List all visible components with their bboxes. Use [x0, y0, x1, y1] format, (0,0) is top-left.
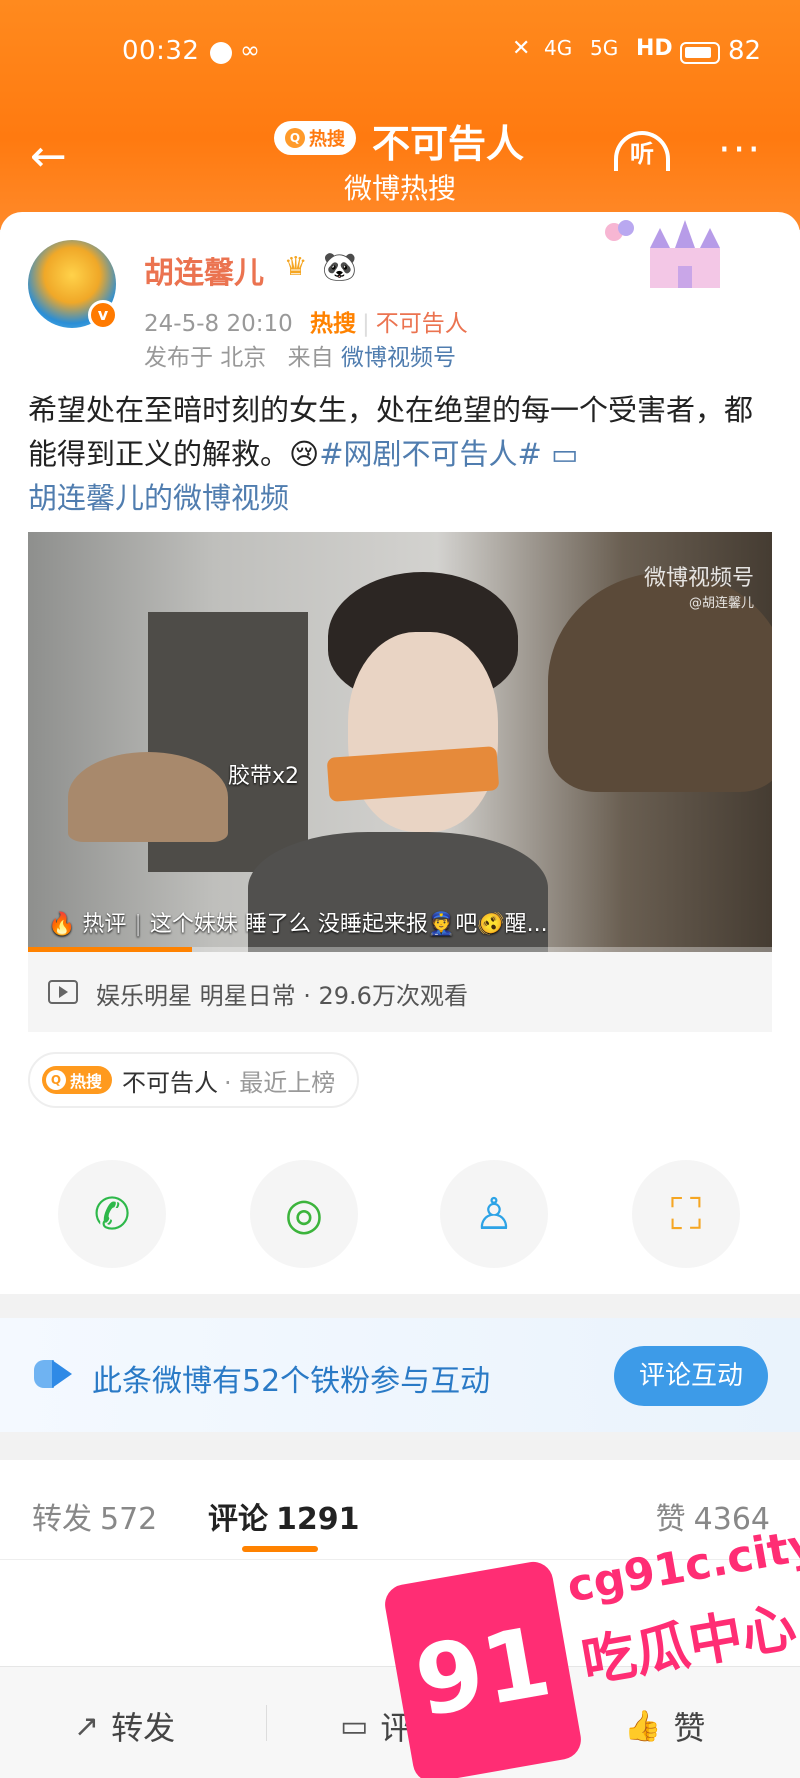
post-source: 发布于 北京 来自 微博视频号 [144, 338, 456, 372]
hot-search-label[interactable]: 热搜 [310, 311, 356, 337]
active-tab-indicator [242, 1546, 318, 1552]
fire-icon: 🔥 [48, 912, 76, 937]
video-figure [68, 752, 228, 842]
nav-bar: ← Q 热搜 不可告人 微博热搜 听 ··· [0, 105, 800, 215]
repost-button-label: 转发 [111, 1709, 176, 1747]
comment-count: 1291 [276, 1502, 360, 1537]
status-time: 00:32 [122, 36, 200, 66]
hot-topic-link[interactable]: 不可告人 [376, 311, 468, 337]
panda-icon: 🐼 [322, 250, 357, 283]
video-figure [348, 632, 498, 832]
hot-chip-status: · 最近上榜 [224, 1068, 336, 1097]
hashtag-link[interactable]: #网剧不可告人# [319, 437, 542, 471]
tab-comment[interactable]: 评论 1291 [208, 1494, 360, 1538]
crown-icon: ♛ [284, 252, 308, 282]
battery-icon [680, 42, 720, 64]
hd-icon: HD [636, 36, 673, 61]
hot-chip-topic: 不可告人 [122, 1068, 219, 1097]
iron-fans-banner: 此条微博有52个铁粉参与互动 评论互动 [0, 1318, 800, 1432]
search-icon: Q [285, 128, 305, 148]
video-watermark-user: @胡连馨儿 [688, 596, 754, 611]
source-link[interactable]: 微博视频号 [341, 345, 456, 371]
fans-play-icon [34, 1360, 74, 1388]
video-overlay-label: 胶带x2 [228, 764, 300, 789]
post-text: 希望处在至暗时刻的女生，处在绝望的每一个受害者，都能得到正义的解救。😢#网剧不可… [28, 388, 776, 520]
hot-comment-label: 热评 [82, 912, 127, 937]
repost-button[interactable]: ↗ 转发 [74, 1703, 175, 1749]
link-icon: ∞ [240, 36, 260, 64]
video-watermark: 微博视频号 @胡连馨儿 [644, 560, 754, 611]
page-title: 不可告人 [372, 122, 525, 166]
notification-dot-icon [210, 42, 232, 64]
more-options-icon[interactable]: ··· [718, 127, 762, 173]
share-row: ✆ ◎ ♙ ⛶ [0, 1160, 800, 1270]
comment-icon: ▭ [340, 1708, 369, 1744]
video-watermark-text: 微博视频号 [643, 566, 754, 591]
video-player[interactable]: 微博视频号 @胡连馨儿 胶带x2 🔥 热评 | 这个妹妹 睡了么 没睡起来报👮吧🫨醒.… [28, 532, 772, 952]
tv-icon [48, 980, 78, 1004]
hot-badge-label: 热搜 [309, 129, 345, 150]
comment-interact-button[interactable]: 评论互动 [614, 1346, 768, 1406]
hot-comment-text: 这个妹妹 睡了么 没睡起来报👮吧🫨醒... [149, 912, 548, 937]
castle-decoration-icon [605, 220, 720, 288]
post-location: 发布于 北京 [144, 345, 267, 371]
tab-comment-label: 评论 [208, 1502, 268, 1537]
tab-like-label: 赞 [655, 1502, 686, 1537]
tab-repost[interactable]: 转发 572 [32, 1494, 157, 1538]
top-header: 00:32 ∞ ✕ 4G 5G HD 82 ← Q 热搜 不可告人 微博热搜 听 … [0, 0, 800, 230]
search-icon: Q [46, 1070, 66, 1090]
hot-chip-badge: Q 热搜 [42, 1066, 113, 1094]
signal-4g-icon: 4G [544, 36, 573, 60]
listen-headphones-icon[interactable]: 听 [614, 131, 670, 171]
from-prefix: 来自 [287, 345, 334, 371]
hot-chip-badge-label: 热搜 [70, 1072, 103, 1091]
like-button-label: 赞 [673, 1709, 706, 1747]
divider [266, 1705, 267, 1741]
like-button[interactable]: 👍 赞 [624, 1703, 705, 1749]
video-info: 娱乐明星 明星日常 · 29.6万次观看 [28, 952, 772, 1032]
repost-count: 572 [100, 1502, 158, 1537]
signal-5g-icon: 5G [590, 36, 619, 60]
tab-repost-label: 转发 [32, 1502, 92, 1537]
username[interactable]: 胡连馨儿 [144, 248, 264, 292]
verified-icon: v [88, 300, 118, 330]
hot-search-chip[interactable]: Q 热搜 不可告人 · 最近上榜 [28, 1052, 360, 1108]
moments-icon[interactable]: ◎ [250, 1160, 358, 1268]
hot-search-badge: Q 热搜 [274, 121, 356, 155]
status-bar: 00:32 ∞ ✕ 4G 5G HD 82 [0, 32, 800, 72]
video-link[interactable]: 胡连馨儿的微博视频 [28, 481, 289, 515]
video-link-icon: ▭ [551, 437, 579, 471]
share-icon: ↗ [74, 1708, 100, 1744]
fans-banner-text: 此条微博有52个铁粉参与互动 [92, 1364, 491, 1399]
qq-icon[interactable]: ♙ [440, 1160, 548, 1268]
wechat-icon[interactable]: ✆ [58, 1160, 166, 1268]
mute-icon: ✕ [512, 36, 531, 61]
crying-emoji-icon: 😢 [289, 437, 320, 471]
post-datetime: 24-5-8 20:10 [144, 311, 293, 337]
battery-level: 82 [728, 36, 762, 66]
save-image-icon[interactable]: ⛶ [632, 1160, 740, 1268]
post-card: v 胡连馨儿 ♛ 🐼 24-5-8 20:10 热搜 | 不可告人 发布于 北京 来… [0, 212, 800, 1294]
site-watermark-logo: 91 [381, 1558, 585, 1778]
video-info-text: 娱乐明星 明星日常 · 29.6万次观看 [96, 982, 468, 1010]
avatar[interactable]: v [28, 240, 118, 330]
thumbs-up-icon: 👍 [624, 1708, 662, 1744]
page-subtitle: 微博热搜 [343, 172, 456, 205]
post-meta: 24-5-8 20:10 热搜 | 不可告人 [144, 311, 468, 337]
hot-comment-bar[interactable]: 🔥 热评 | 这个妹妹 睡了么 没睡起来报👮吧🫨醒... [48, 906, 548, 938]
